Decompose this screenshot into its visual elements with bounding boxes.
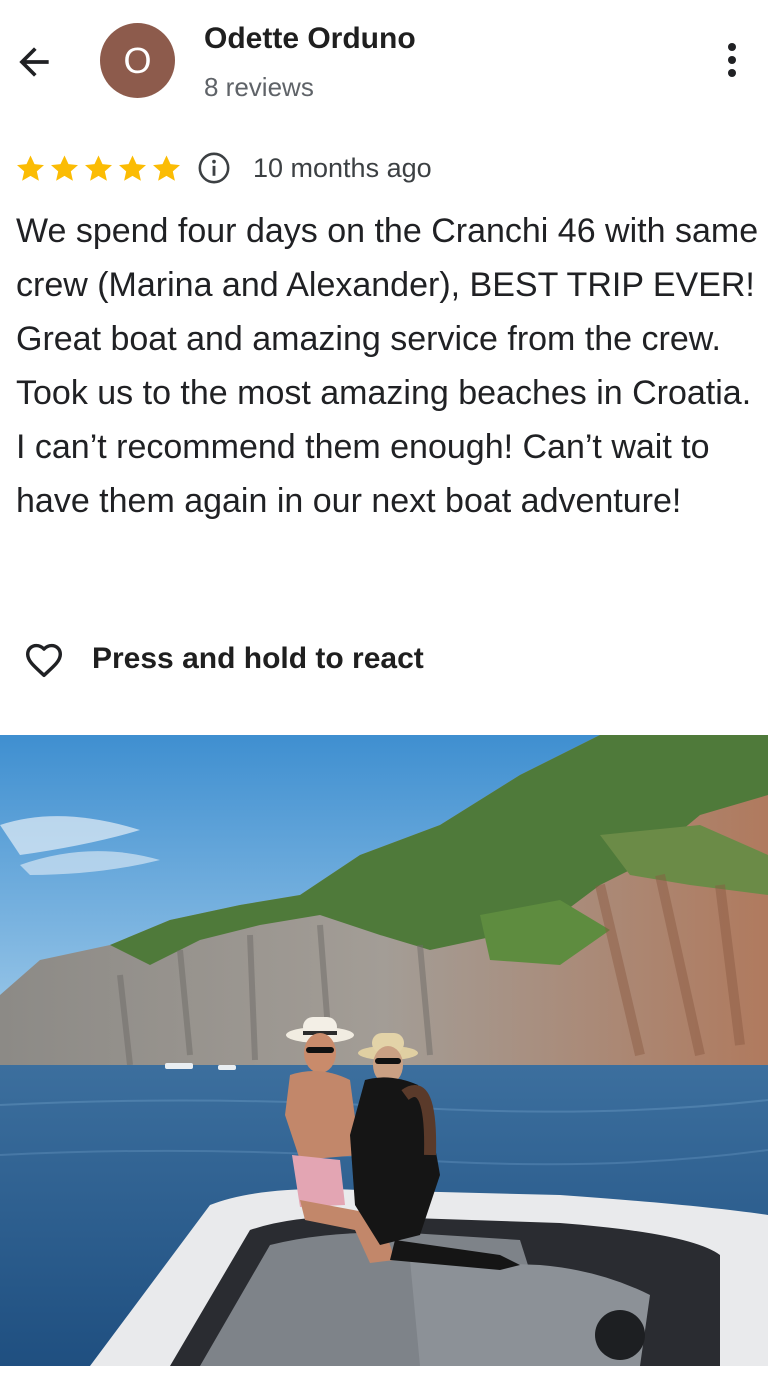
- star-icon: [153, 154, 180, 181]
- heart-outline-icon: [25, 643, 63, 678]
- back-button[interactable]: [10, 38, 58, 86]
- reviewer-name[interactable]: Odette Orduno: [204, 22, 416, 56]
- more-options-button[interactable]: [710, 38, 754, 82]
- star-icon: [119, 154, 146, 181]
- boat-photo-illustration: [0, 735, 768, 1366]
- more-vert-icon: [728, 43, 736, 77]
- review-count: 8 reviews: [204, 72, 314, 102]
- star-icon: [17, 154, 44, 181]
- avatar-letter: O: [123, 39, 152, 81]
- star-icon: [51, 154, 78, 181]
- back-arrow-icon: [19, 47, 49, 77]
- star-icon: [85, 154, 112, 181]
- review-text: We spend four days on the Cranchi 46 wit…: [16, 212, 759, 520]
- review-page: O Odette Orduno 8 reviews 10 months ago …: [0, 0, 768, 1383]
- react-button[interactable]: Press and hold to react: [20, 636, 424, 682]
- react-label: Press and hold to react: [92, 642, 424, 675]
- rating-row: 10 months ago: [14, 148, 432, 188]
- avatar[interactable]: O: [100, 23, 175, 98]
- review-photo[interactable]: [0, 735, 768, 1366]
- info-icon[interactable]: [197, 151, 231, 185]
- star-rating: [14, 152, 183, 185]
- review-time: 10 months ago: [253, 152, 432, 183]
